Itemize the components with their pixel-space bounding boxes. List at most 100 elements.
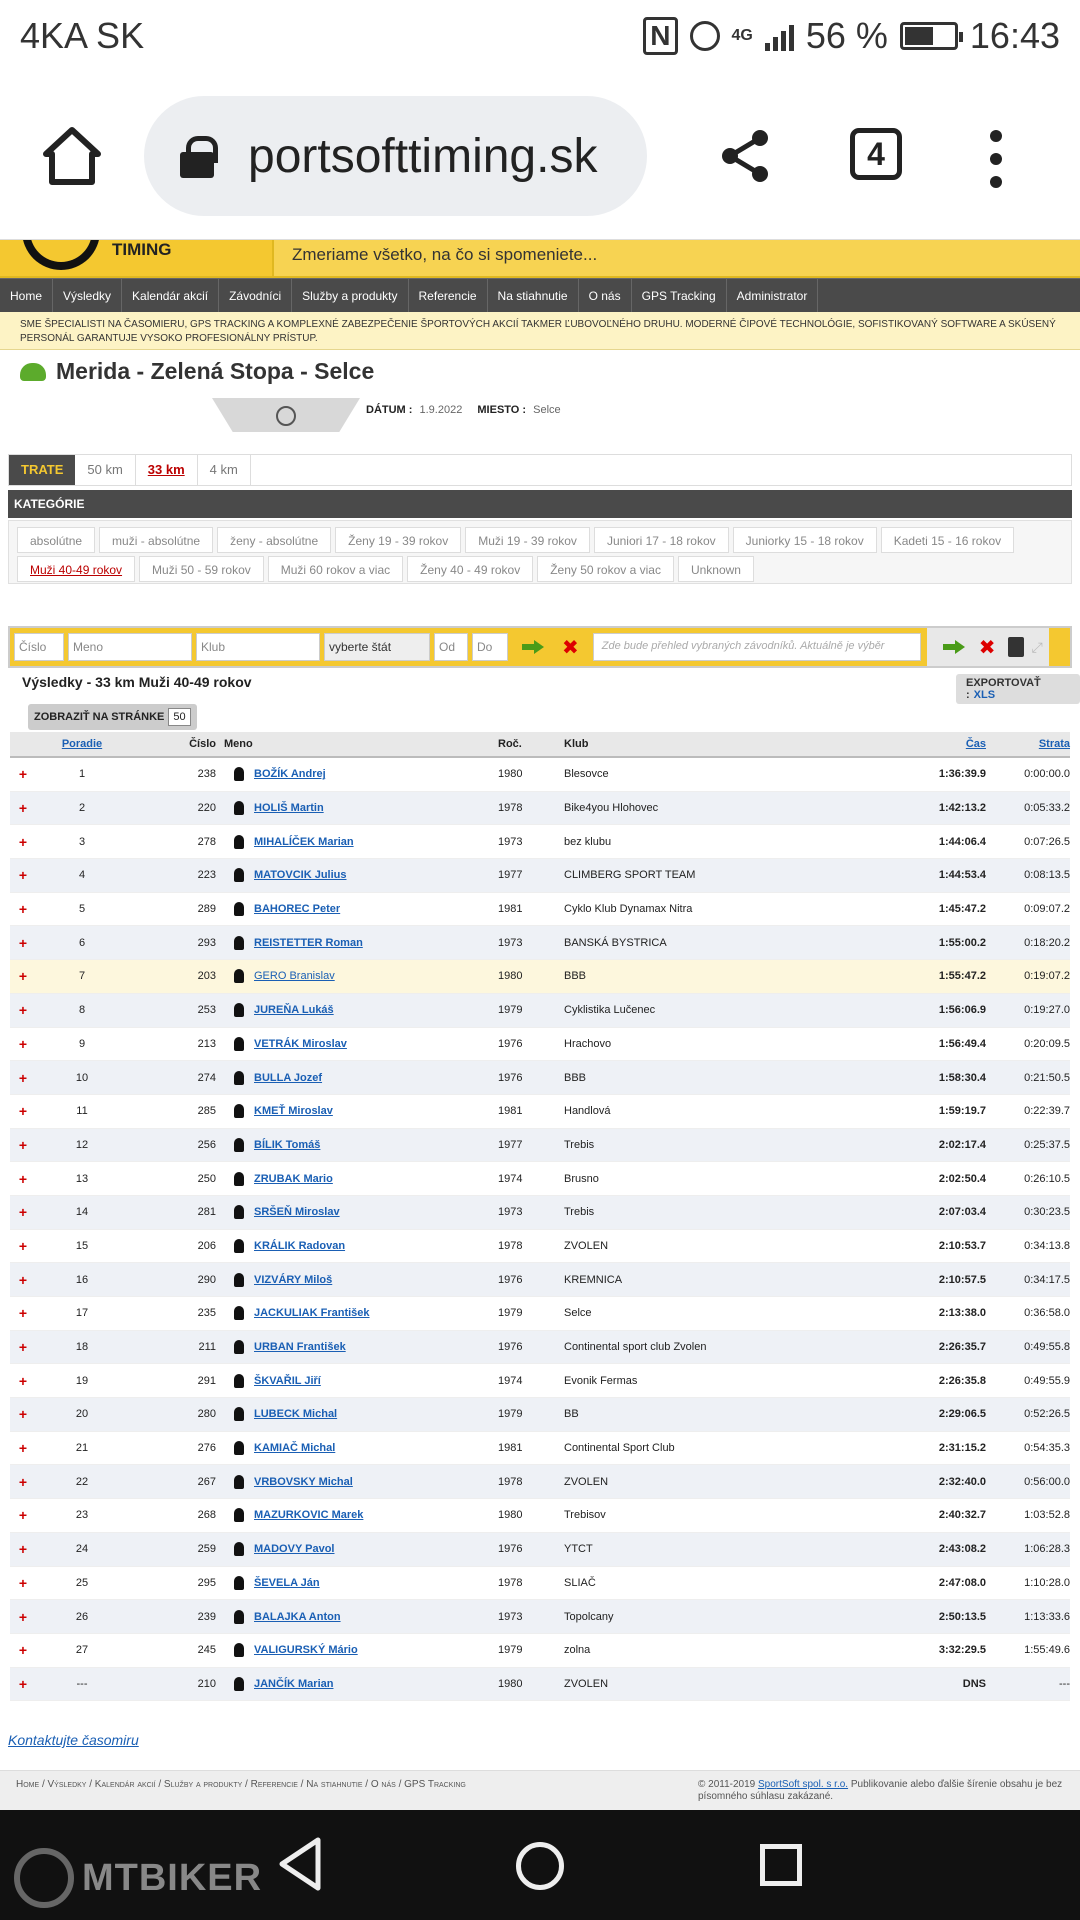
table-row[interactable]: +25 295 ŠEVELA Ján 1978 SLIAČ 2:47:08.0 1:10:2…: [10, 1567, 1070, 1601]
category-item[interactable]: Muži 50 - 59 rokov: [139, 556, 264, 582]
contact-link[interactable]: Kontaktujte časomiru: [8, 1732, 139, 1748]
racer-name-link[interactable]: MIHALÍČEK Marian: [254, 836, 498, 848]
company-link[interactable]: SportSoft spol. s r.o.: [758, 1779, 848, 1790]
overflow-menu-icon[interactable]: [990, 130, 1002, 199]
racer-name-link[interactable]: BÍLIK Tomáš: [254, 1139, 498, 1151]
export-xls-link[interactable]: XLS: [974, 689, 995, 701]
expand-icon[interactable]: +: [10, 1676, 36, 1692]
racer-name-link[interactable]: MATOVCIK Julius: [254, 869, 498, 881]
expand-icon[interactable]: +: [10, 901, 36, 917]
racer-name-link[interactable]: BULLA Jozef: [254, 1072, 498, 1084]
category-item[interactable]: Ženy 40 - 49 rokov: [407, 556, 534, 582]
table-row[interactable]: +18 211 URBAN František 1976 Continental spo…: [10, 1330, 1070, 1365]
racer-name-link[interactable]: JUREŇA Lukáš: [254, 1004, 498, 1016]
expand-icon[interactable]: +: [10, 800, 36, 816]
nav-calendar[interactable]: Kalendár akcií: [122, 279, 220, 312]
expand-icon[interactable]: +: [10, 1204, 36, 1220]
logo[interactable]: [22, 240, 100, 270]
racer-name-link[interactable]: SRŠEŇ Miroslav: [254, 1206, 498, 1218]
category-item[interactable]: Juniori 17 - 18 rokov: [593, 527, 729, 553]
address-bar[interactable]: portsofttiming.sk: [144, 96, 647, 216]
nav-results[interactable]: Výsledky: [53, 279, 123, 312]
table-row[interactable]: +11 285 KMEŤ Miroslav 1981 Handlová 1:59:19.7…: [10, 1095, 1070, 1129]
trash-icon[interactable]: [1007, 637, 1024, 657]
name-input[interactable]: Meno: [68, 633, 192, 661]
nav-downloads[interactable]: Na stiahnutie: [488, 279, 579, 312]
expand-icon[interactable]: +: [10, 1171, 36, 1187]
table-row[interactable]: +26 239 BALAJKA Anton 1973 Topolcany 2:50:13.…: [10, 1600, 1070, 1634]
category-item-selected[interactable]: Muži 40-49 rokov: [17, 556, 136, 582]
expand-icon[interactable]: +: [10, 1103, 36, 1119]
expand-icon[interactable]: +: [10, 867, 36, 883]
category-item[interactable]: absolútne: [17, 527, 96, 553]
category-item[interactable]: ženy - absolútne: [217, 527, 332, 553]
expand-icon[interactable]: +: [10, 834, 36, 850]
table-row[interactable]: +14 281 SRŠEŇ Miroslav 1973 Trebis 2:07:03.4 0…: [10, 1195, 1070, 1230]
track-tab-33km[interactable]: 33 km: [136, 455, 198, 485]
recents-icon[interactable]: [760, 1844, 802, 1886]
expand-icon[interactable]: +: [10, 935, 36, 951]
table-row[interactable]: +16 290 VIZVÁRY Miloš 1976 KREMNICA 2:10:57.5…: [10, 1263, 1070, 1297]
racer-name-link[interactable]: VETRÁK Miroslav: [254, 1038, 498, 1050]
nav-services[interactable]: Služby a produkty: [292, 279, 409, 312]
table-row[interactable]: +10 274 BULLA Jozef 1976 BBB 1:58:30.4 0:21:50…: [10, 1061, 1070, 1095]
racer-name-link[interactable]: ZRUBAK Mario: [254, 1173, 498, 1185]
table-row[interactable]: +17 235 JACKULIAK František 1979 Selce 2:13:3…: [10, 1297, 1070, 1331]
go-arrow-icon[interactable]: [522, 640, 544, 654]
share-icon[interactable]: [720, 128, 770, 184]
to-input[interactable]: Do: [472, 633, 508, 661]
nav-gps[interactable]: GPS Tracking: [632, 279, 727, 312]
racer-name-link[interactable]: BOŽÍK Andrej: [254, 768, 498, 780]
racer-name-link[interactable]: KMEŤ Miroslav: [254, 1105, 498, 1117]
racer-name-link[interactable]: BALAJKA Anton: [254, 1611, 498, 1623]
table-row[interactable]: + --- 210 JANČÍK Marian 1980 ZVOLEN DNS ---: [10, 1667, 1070, 1702]
racer-name-link[interactable]: LUBECK Michal: [254, 1408, 498, 1420]
sort-strata[interactable]: Strata: [1039, 738, 1070, 750]
table-row[interactable]: +3 278 MIHALÍČEK Marian 1973 bez klubu 1:44:0…: [10, 825, 1070, 860]
expand-icon[interactable]: +: [10, 1440, 36, 1456]
remove-icon[interactable]: ✖: [979, 635, 996, 660]
racer-name-link[interactable]: GERO Branislav: [254, 970, 498, 982]
nav-references[interactable]: Referencie: [409, 279, 488, 312]
expand-icon[interactable]: +: [10, 1541, 36, 1557]
expand-icon[interactable]: +: [10, 1272, 36, 1288]
table-row[interactable]: +1 238 BOŽÍK Andrej 1980 Blesovce 1:36:39.9 0:…: [10, 758, 1070, 792]
expand-icon[interactable]: ⤢: [1032, 639, 1043, 656]
from-input[interactable]: Od: [434, 633, 468, 661]
expand-icon[interactable]: +: [10, 1137, 36, 1153]
category-item[interactable]: Ženy 50 rokov a viac: [537, 556, 674, 582]
table-row[interactable]: +8 253 JUREŇA Lukáš 1979 Cyklistika Lučenec 1…: [10, 993, 1070, 1028]
home-icon[interactable]: [40, 124, 104, 188]
apply-arrow-icon[interactable]: [942, 640, 965, 654]
expand-icon[interactable]: +: [10, 1575, 36, 1591]
expand-icon[interactable]: +: [10, 1339, 36, 1355]
back-icon[interactable]: [276, 1836, 324, 1892]
expand-icon[interactable]: +: [10, 968, 36, 984]
category-item[interactable]: Unknown: [677, 556, 754, 582]
home-button-icon[interactable]: [516, 1842, 564, 1890]
table-row[interactable]: +27 245 VALIGURSKÝ Mário 1979 zolna 3:32:29.5…: [10, 1634, 1070, 1668]
expand-icon[interactable]: +: [10, 1002, 36, 1018]
back-arrow-icon[interactable]: [20, 362, 46, 381]
table-row[interactable]: +15 206 KRÁLIK Radovan 1978 ZVOLEN 2:10:53.7 0…: [10, 1230, 1070, 1264]
racer-name-link[interactable]: REISTETTER Roman: [254, 937, 498, 949]
expand-icon[interactable]: +: [10, 1238, 36, 1254]
racer-name-link[interactable]: VIZVÁRY Miloš: [254, 1274, 498, 1286]
table-row[interactable]: +24 259 MADOVY Pavol 1976 YTCT 2:43:08.2 1:06:…: [10, 1532, 1070, 1567]
racer-name-link[interactable]: BAHOREC Peter: [254, 903, 498, 915]
racer-name-link[interactable]: HOLIŠ Martin: [254, 802, 498, 814]
category-item[interactable]: Juniorky 15 - 18 rokov: [732, 527, 877, 553]
table-row[interactable]: +4 223 MATOVCIK Julius 1977 CLIMBERG SPORT T…: [10, 859, 1070, 893]
racer-name-link[interactable]: VRBOVSKY Michal: [254, 1476, 498, 1488]
sort-cas[interactable]: Čas: [966, 738, 986, 750]
table-row[interactable]: +7 203 GERO Branislav 1980 BBB 1:55:47.2 0:19:…: [10, 960, 1070, 994]
expand-icon[interactable]: +: [10, 1474, 36, 1490]
expand-icon[interactable]: +: [10, 1305, 36, 1321]
racer-name-link[interactable]: ŠEVELA Ján: [254, 1577, 498, 1589]
nav-about[interactable]: O nás: [579, 279, 632, 312]
racer-name-link[interactable]: KAMIAČ Michal: [254, 1442, 498, 1454]
track-tab-4km[interactable]: 4 km: [198, 455, 251, 485]
expand-icon[interactable]: +: [10, 1507, 36, 1523]
nav-admin[interactable]: Administrator: [727, 279, 819, 312]
table-row[interactable]: +23 268 MAZURKOVIC Marek 1980 Trebisov 2:40:3…: [10, 1499, 1070, 1533]
